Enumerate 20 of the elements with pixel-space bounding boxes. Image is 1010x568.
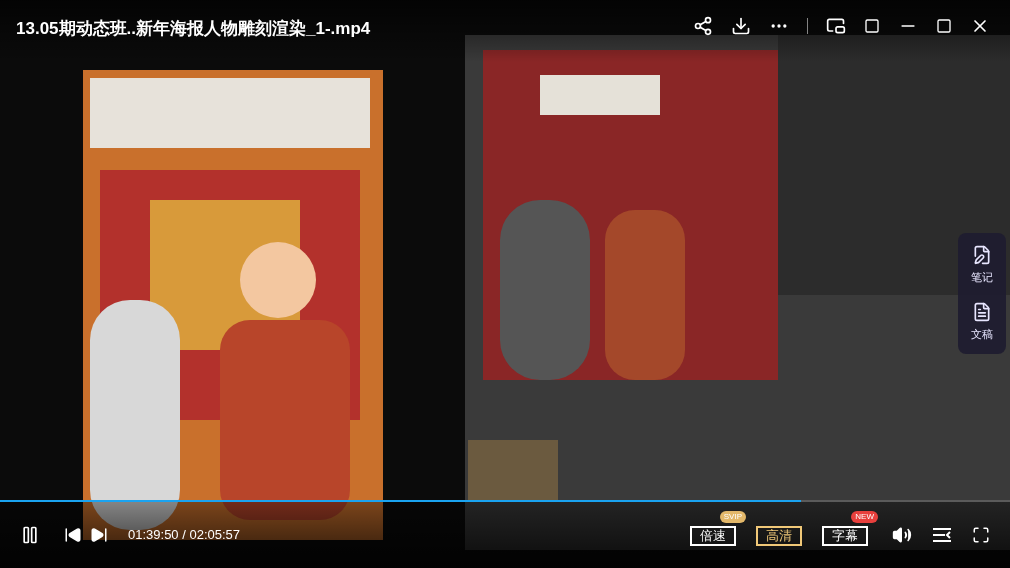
pen-document-icon bbox=[972, 245, 992, 265]
side-panel-button[interactable]: 笔记 bbox=[971, 245, 993, 286]
maximize-icon[interactable] bbox=[936, 18, 952, 34]
side-panel-button[interactable]: 文稿 bbox=[971, 301, 993, 342]
video-title: 13.05期动态班..新年海报人物雕刻渲染_1-.mp4 bbox=[16, 18, 371, 40]
pause-button[interactable] bbox=[20, 525, 40, 545]
document-icon bbox=[972, 301, 992, 322]
player-option-button[interactable]: 字幕 bbox=[822, 526, 868, 546]
volume-icon[interactable] bbox=[892, 525, 912, 545]
share-icon[interactable] bbox=[693, 16, 713, 36]
previous-button[interactable] bbox=[64, 526, 82, 544]
badge: NEW bbox=[851, 511, 878, 523]
player-option-button[interactable]: 倍速 bbox=[690, 526, 736, 546]
next-button[interactable] bbox=[90, 526, 108, 544]
time-display: 01:39:50 / 02:05:57 bbox=[128, 526, 241, 545]
download-icon[interactable] bbox=[731, 16, 751, 36]
mini-player-icon[interactable] bbox=[826, 16, 846, 36]
fullscreen-icon[interactable] bbox=[972, 526, 990, 544]
player-option-button[interactable]: 高清 bbox=[756, 526, 802, 546]
playlist-icon[interactable] bbox=[932, 527, 952, 543]
